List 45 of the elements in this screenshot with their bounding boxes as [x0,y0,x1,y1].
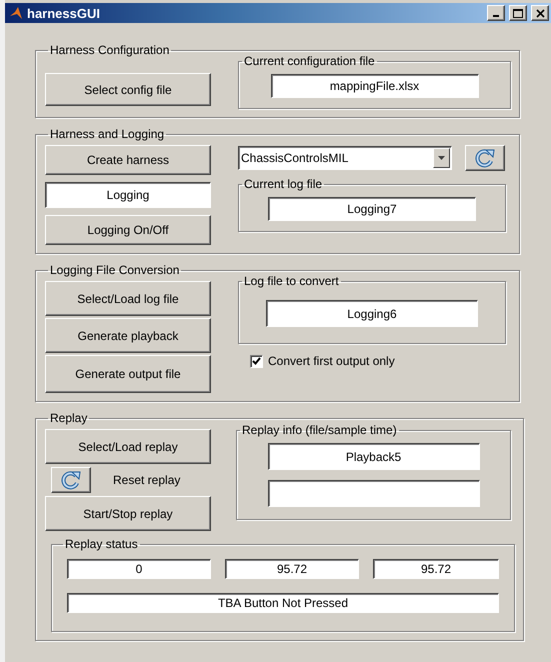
conversion-button[interactable]: Generate output file [45,355,211,393]
panel-title: Harness Configuration [49,43,170,57]
logging-field[interactable]: Logging [45,182,211,208]
convert-file-field[interactable]: Logging6 [266,300,478,327]
model-dropdown[interactable]: ChassisControlsMIL [238,146,452,170]
caret-icon [438,156,445,160]
maximize-button[interactable] [509,5,527,21]
logging-toggle-button[interactable]: Logging On/Off [45,215,211,245]
start-stop-replay-button[interactable]: Start/Stop replay [45,496,211,531]
status-field[interactable]: 95.72 [225,559,359,579]
window-title: harnessGUI [27,6,101,20]
minimize-button[interactable] [487,5,505,21]
panel-title: Replay [49,411,88,425]
panel-title: Current log file [243,177,324,191]
reset-replay-label: Reset replay [113,473,180,487]
dropdown-arrow-button[interactable] [433,148,450,168]
maximize-icon [513,8,523,18]
close-button[interactable] [531,5,549,21]
select-replay-button[interactable]: Select/Load replay [45,429,211,464]
status-field[interactable]: 0 [67,559,211,579]
select-config-button[interactable]: Select config file [45,73,211,106]
dropdown-value: ChassisControlsMIL [240,151,350,165]
status-message-field[interactable]: TBA Button Not Pressed [67,593,499,613]
sample-time-field[interactable] [268,480,480,507]
create-harness-button[interactable]: Create harness [45,145,211,175]
app-logo-icon [9,6,23,20]
panel-title: Replay info (file/sample time) [241,423,398,437]
log-file-field[interactable]: Logging7 [268,197,476,221]
refresh-icon [474,148,496,168]
panel-title: Logging File Conversion [49,263,180,277]
panel-title: Current configuration file [243,54,376,68]
panel-title: Harness and Logging [49,127,166,141]
refresh-icon [60,470,82,490]
replay-info-field[interactable]: Playback5 [268,443,480,470]
reset-replay-button[interactable] [51,467,91,493]
conversion-button[interactable]: Select/Load log file [45,281,211,316]
conversion-button[interactable]: Generate playback [45,318,211,353]
config-file-field[interactable]: mappingFile.xlsx [270,74,478,98]
panel-title: Log file to convert [243,274,340,288]
status-field[interactable]: 95.72 [373,559,499,579]
refresh-button[interactable] [465,145,505,171]
convert-checkbox[interactable] [250,354,263,368]
checkbox-label: Convert first output only [268,354,395,368]
panel-title: Replay status [64,537,139,551]
close-icon [536,8,544,18]
